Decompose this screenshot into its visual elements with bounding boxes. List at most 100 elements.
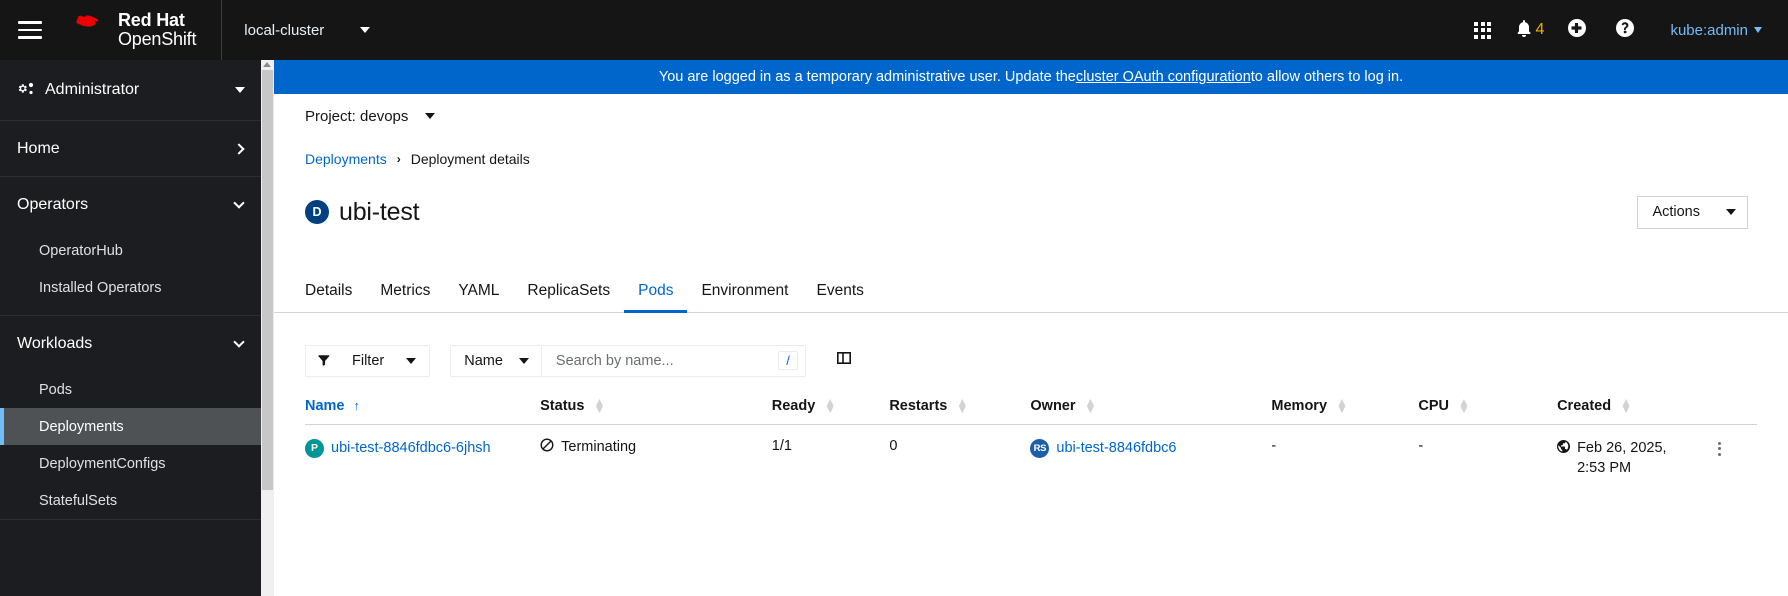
sidebar-item-deploymentconfigs[interactable]: DeploymentConfigs bbox=[0, 445, 261, 482]
chevron-down-icon bbox=[235, 87, 245, 93]
breadcrumb-separator-icon: › bbox=[396, 152, 401, 166]
sort-icon: ▲ ▼ bbox=[1620, 397, 1632, 416]
nav-section-workloads: Workloads Pods Deployments DeploymentCon… bbox=[0, 316, 261, 520]
column-header-owner[interactable]: Owner ▲ ▼ bbox=[1030, 398, 1271, 425]
nav-group-home[interactable]: Home bbox=[0, 121, 261, 176]
chevron-down-icon bbox=[233, 336, 245, 348]
row-kebab-menu[interactable] bbox=[1710, 438, 1730, 460]
sidebar-item-label: DeploymentConfigs bbox=[39, 455, 166, 472]
content-area: You are logged in as a temporary adminis… bbox=[261, 60, 1788, 596]
tab-events[interactable]: Events bbox=[802, 271, 877, 312]
application-launcher-button[interactable] bbox=[1462, 7, 1504, 53]
chevron-right-icon bbox=[233, 142, 245, 155]
list-toolbar: Filter Name / bbox=[274, 313, 1788, 377]
tab-metrics[interactable]: Metrics bbox=[366, 271, 444, 312]
cogs-icon bbox=[17, 82, 35, 99]
title-row: D ubi-test Actions bbox=[305, 167, 1757, 244]
cluster-oauth-configuration-link[interactable]: cluster OAuth configuration bbox=[1076, 69, 1251, 85]
search-group: Name / bbox=[450, 344, 806, 377]
column-header-actions bbox=[1710, 398, 1757, 425]
banner-text-after: to allow others to log in. bbox=[1250, 69, 1404, 85]
tab-replicasets[interactable]: ReplicaSets bbox=[513, 271, 624, 312]
sidebar-item-pods[interactable]: Pods bbox=[0, 371, 261, 408]
tab-yaml[interactable]: YAML bbox=[444, 271, 513, 312]
notifications-button[interactable]: 4 bbox=[1510, 19, 1551, 42]
brand-logo[interactable]: Red Hat OpenShift bbox=[60, 11, 196, 48]
column-header-created[interactable]: Created ▲ ▼ bbox=[1557, 398, 1710, 425]
column-header-status[interactable]: Status ▲ ▼ bbox=[540, 398, 772, 425]
sidebar-navigation: Administrator Home Operators OperatorHub bbox=[0, 60, 261, 596]
cell-status: Terminating bbox=[540, 424, 772, 491]
column-label: Ready bbox=[771, 397, 816, 414]
user-menu[interactable]: kube:admin bbox=[1652, 22, 1772, 39]
owner-link[interactable]: ubi-test-8846fdbc6 bbox=[1056, 438, 1176, 459]
scrollbar-thumb[interactable] bbox=[262, 70, 273, 490]
table-header: Name ↑ Status ▲ ▼ Ready ▲ ▼ Restarts ▲ ▼… bbox=[305, 398, 1757, 425]
cell-name: P ubi-test-8846fdbc6-6jhsh bbox=[305, 424, 540, 491]
created-date: Feb 26, 2025, bbox=[1577, 439, 1667, 456]
nav-toggle-button[interactable] bbox=[0, 0, 60, 60]
column-label: CPU bbox=[1418, 397, 1449, 414]
nav-section-operators: Operators OperatorHub Installed Operator… bbox=[0, 177, 261, 316]
cluster-selector[interactable]: local-cluster bbox=[222, 0, 390, 60]
project-dropdown-toggle[interactable] bbox=[425, 113, 436, 119]
sidebar-item-label: OperatorHub bbox=[39, 242, 123, 259]
openshift-console: Red Hat OpenShift local-cluster 4 kube:a… bbox=[0, 0, 1788, 596]
cell-memory: - bbox=[1271, 437, 1277, 454]
brand-line-2: OpenShift bbox=[118, 29, 197, 49]
masthead: Red Hat OpenShift local-cluster 4 kube:a… bbox=[0, 0, 1788, 60]
plus-circle-icon bbox=[1568, 18, 1587, 42]
sidebar-item-operatorhub[interactable]: OperatorHub bbox=[0, 232, 261, 269]
table-header-row: Name ↑ Status ▲ ▼ Ready ▲ ▼ Restarts ▲ ▼… bbox=[305, 398, 1757, 425]
chevron-down-icon bbox=[406, 357, 417, 364]
search-attribute-dropdown[interactable]: Name bbox=[450, 344, 541, 377]
chevron-down-icon bbox=[1726, 209, 1736, 216]
nav-group-label: Home bbox=[17, 139, 60, 157]
perspective-label: Administrator bbox=[45, 81, 140, 98]
column-label: Name bbox=[305, 397, 345, 414]
column-header-name[interactable]: Name ↑ bbox=[305, 398, 540, 425]
sidebar-item-label: Installed Operators bbox=[39, 279, 162, 296]
help-button[interactable] bbox=[1604, 7, 1646, 53]
detail-tabs: Details Metrics YAML ReplicaSets Pods En… bbox=[274, 271, 1788, 313]
bell-icon bbox=[1516, 19, 1532, 42]
breadcrumb-link-deployments[interactable]: Deployments bbox=[305, 151, 387, 167]
scroll-up-arrow-icon[interactable] bbox=[263, 62, 271, 67]
search-input[interactable] bbox=[553, 351, 779, 370]
nav-group-operators[interactable]: Operators bbox=[0, 177, 261, 232]
column-header-restarts[interactable]: Restarts ▲ ▼ bbox=[889, 398, 1030, 425]
column-header-memory[interactable]: Memory ▲ ▼ bbox=[1271, 398, 1418, 425]
chevron-down-icon bbox=[360, 27, 371, 33]
content-pane: You are logged in as a temporary adminis… bbox=[274, 60, 1788, 596]
column-header-cpu[interactable]: CPU ▲ ▼ bbox=[1418, 398, 1557, 425]
filter-dropdown-button[interactable]: Filter bbox=[305, 344, 431, 377]
perspective-switcher[interactable]: Administrator bbox=[0, 60, 261, 121]
pod-name-link[interactable]: ubi-test-8846fdbc6-6jhsh bbox=[331, 438, 491, 459]
sidebar-item-statefulsets[interactable]: StatefulSets bbox=[0, 482, 261, 519]
tab-environment[interactable]: Environment bbox=[687, 271, 802, 312]
filter-icon bbox=[318, 354, 330, 367]
column-label: Memory bbox=[1271, 397, 1328, 414]
sort-icon: ▲ ▼ bbox=[1084, 397, 1097, 416]
pods-table-wrapper: Name ↑ Status ▲ ▼ Ready ▲ ▼ Restarts ▲ ▼… bbox=[274, 398, 1788, 596]
sidebar-item-installed-operators[interactable]: Installed Operators bbox=[0, 269, 261, 306]
sidebar-item-label: StatefulSets bbox=[39, 492, 118, 509]
sidebar-item-deployments[interactable]: Deployments bbox=[0, 408, 261, 445]
nav-group-workloads[interactable]: Workloads bbox=[0, 316, 261, 371]
tab-pods[interactable]: Pods bbox=[624, 271, 688, 313]
body: Administrator Home Operators OperatorHub bbox=[0, 60, 1788, 596]
content-scrollbar[interactable] bbox=[261, 60, 274, 596]
column-management-button[interactable] bbox=[836, 350, 852, 371]
sort-icon: ▲ ▼ bbox=[824, 397, 837, 416]
replicaset-badge: RS bbox=[1030, 438, 1050, 458]
globe-icon bbox=[1557, 438, 1571, 460]
pods-table: Name ↑ Status ▲ ▼ Ready ▲ ▼ Restarts ▲ ▼… bbox=[305, 398, 1757, 491]
actions-button[interactable]: Actions bbox=[1637, 195, 1748, 229]
nav-group-label: Operators bbox=[17, 195, 89, 213]
sort-icon: ▲ ▼ bbox=[593, 397, 606, 416]
import-yaml-button[interactable] bbox=[1556, 7, 1598, 53]
column-header-ready[interactable]: Ready ▲ ▼ bbox=[772, 398, 890, 425]
tab-details[interactable]: Details bbox=[305, 271, 366, 312]
table-body: P ubi-test-8846fdbc6-6jhsh Terminating 1… bbox=[305, 424, 1757, 491]
